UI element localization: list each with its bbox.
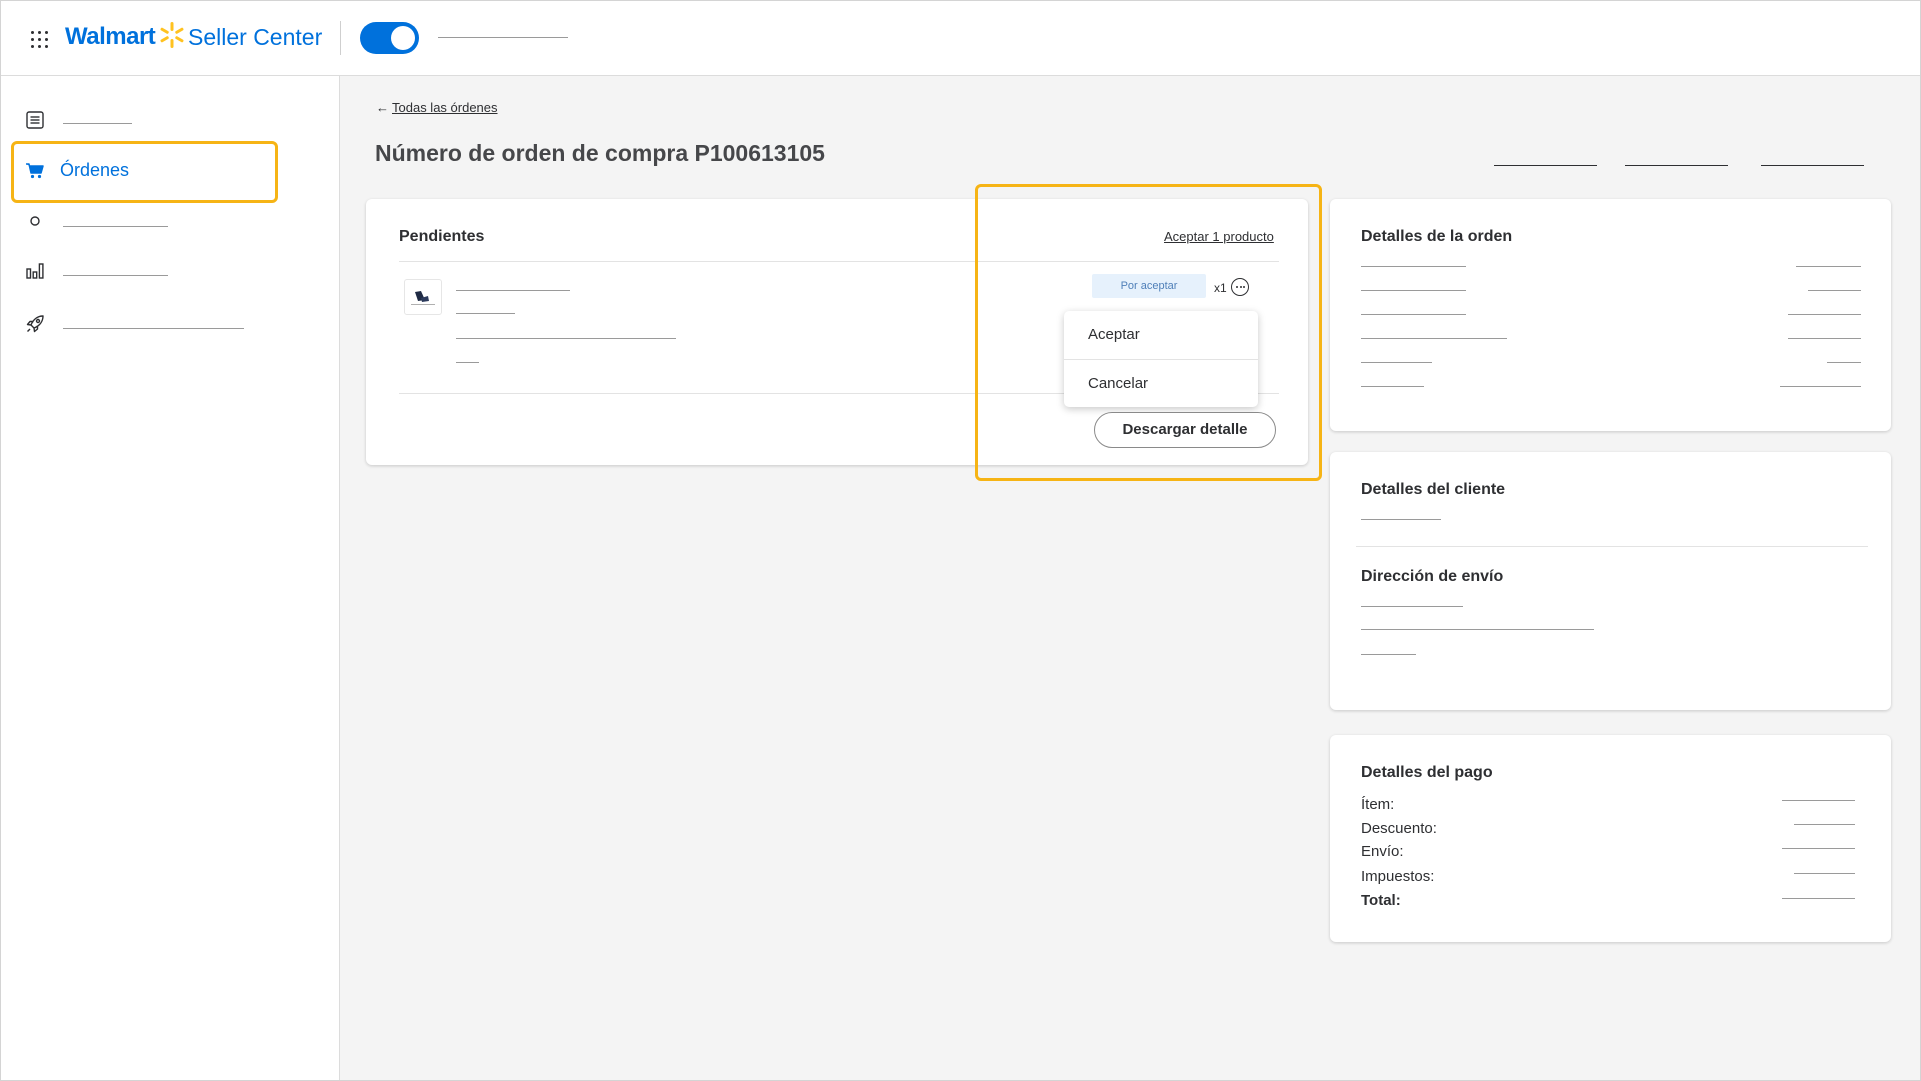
product-placeholder-line [456, 313, 515, 314]
list-icon [26, 111, 44, 129]
payment-value-line [1782, 800, 1855, 801]
order-detail-value-line [1780, 386, 1861, 387]
back-to-orders-link[interactable]: ← Todas las órdenes [376, 100, 498, 115]
header-tab-1[interactable] [1494, 165, 1597, 166]
order-detail-value-line [1788, 338, 1861, 339]
order-detail-label-line [1361, 314, 1466, 315]
order-detail-label-line [1361, 290, 1466, 291]
sidebar: Órdenes [1, 76, 340, 1080]
product-thumbnail[interactable] [404, 279, 442, 315]
payment-total-label: Total: [1361, 892, 1401, 909]
sidebar-item-circle[interactable] [1, 197, 321, 247]
product-image-icon [411, 291, 435, 305]
seller-center-text: Seller Center [188, 24, 323, 50]
payment-value-line [1782, 898, 1855, 899]
rocket-icon [26, 315, 44, 333]
sidebar-item-analytics[interactable] [1, 246, 321, 296]
product-placeholder-line [456, 290, 570, 291]
payment-value-line [1794, 873, 1855, 874]
address-line [1361, 654, 1416, 655]
product-placeholder-line [456, 338, 676, 339]
toggle-knob [391, 26, 415, 50]
page-title: Número de orden de compra P100613105 [375, 140, 825, 166]
circle-icon [30, 216, 40, 226]
bar-chart-icon [26, 263, 44, 279]
order-detail-value-line [1827, 362, 1861, 363]
payment-value-line [1794, 824, 1855, 825]
walmart-logo-text: Walmart [65, 23, 156, 50]
order-detail-value-line [1796, 266, 1861, 267]
address-line [1361, 606, 1463, 607]
sidebar-item-list[interactable] [1, 96, 321, 146]
walmart-spark-icon [160, 22, 184, 48]
arrow-left-icon: ← [376, 100, 389, 115]
customer-details-title: Detalles del cliente [1361, 481, 1506, 498]
header-divider [340, 21, 341, 55]
sidebar-placeholder-line [63, 328, 244, 329]
pending-title: Pendientes [399, 228, 485, 245]
header-tab-2[interactable] [1625, 165, 1728, 166]
order-details-title: Detalles de la orden [1361, 228, 1513, 245]
sidebar-item-growth[interactable] [1, 300, 321, 350]
sidebar-placeholder-line [63, 275, 168, 276]
header-toggle[interactable] [360, 22, 419, 54]
shipping-address-title: Dirección de envío [1361, 568, 1504, 585]
actions-highlight-frame [975, 184, 1322, 481]
customer-divider [1356, 546, 1868, 547]
app-grid-icon[interactable] [31, 31, 49, 49]
order-detail-label-line [1361, 386, 1424, 387]
top-header: Walmart Seller Center [1, 1, 1920, 76]
order-detail-label-line [1361, 338, 1507, 339]
header-placeholder-line [438, 37, 568, 38]
payment-value-line [1782, 848, 1855, 849]
sidebar-placeholder-line [63, 226, 168, 227]
orders-highlight-frame [11, 141, 278, 203]
payment-item-label: Ítem: [1361, 796, 1395, 813]
address-line [1361, 629, 1594, 630]
payment-details-title: Detalles del pago [1361, 764, 1493, 781]
back-link-label: Todas las órdenes [392, 100, 498, 115]
product-placeholder-line [456, 362, 479, 363]
customer-name-line [1361, 519, 1441, 520]
payment-taxes-label: Impuestos: [1361, 868, 1435, 885]
header-tab-3[interactable] [1761, 165, 1864, 166]
order-detail-label-line [1361, 362, 1432, 363]
order-detail-label-line [1361, 266, 1466, 267]
payment-shipping-label: Envío: [1361, 843, 1404, 860]
order-detail-value-line [1788, 314, 1861, 315]
order-detail-value-line [1808, 290, 1861, 291]
payment-discount-label: Descuento: [1361, 820, 1437, 837]
sidebar-placeholder-line [63, 123, 132, 124]
